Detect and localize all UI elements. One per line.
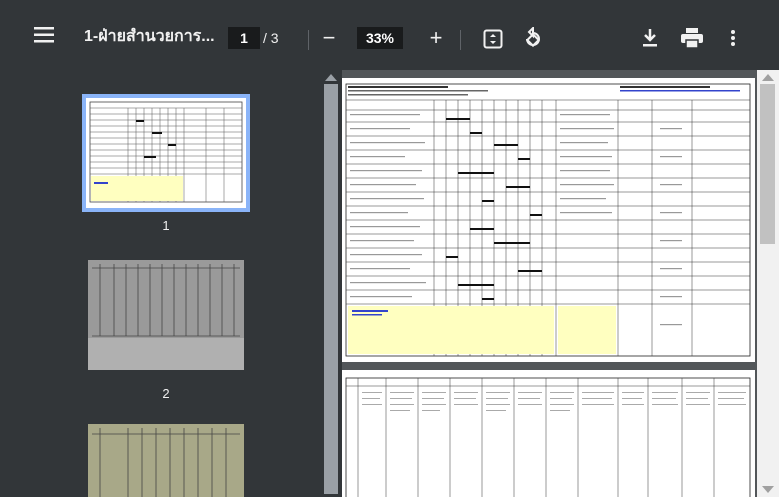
thumbnail-image	[88, 260, 244, 370]
sidebar-scrollbar-thumb[interactable]	[324, 84, 338, 494]
thumbnail-page-3[interactable]	[82, 424, 250, 497]
scroll-up-arrow[interactable]	[325, 74, 337, 81]
more-vert-icon	[731, 30, 735, 46]
pdf-page-2	[342, 370, 755, 497]
thumbnail-page-2[interactable]: 2	[82, 260, 250, 410]
pdf-toolbar: 1-ฝ่ายสำนวยการ... 1 / 3 − 33% +	[0, 0, 779, 70]
download-button[interactable]	[640, 27, 660, 49]
rotate-icon	[525, 27, 541, 48]
sidebar-scrollbar[interactable]	[320, 70, 342, 497]
page-count: / 3	[263, 30, 279, 46]
print-button[interactable]	[680, 27, 704, 49]
more-options-button[interactable]	[726, 27, 740, 49]
menu-button[interactable]	[30, 25, 58, 45]
thumbnail-image	[88, 424, 244, 497]
zoom-level-input[interactable]: 33%	[357, 27, 403, 49]
fit-to-page-button[interactable]	[482, 28, 504, 50]
page-2-content	[345, 377, 751, 497]
rotate-button[interactable]	[520, 26, 546, 52]
zoom-in-button[interactable]: +	[425, 25, 447, 50]
page-1-content	[345, 83, 751, 357]
page-preview	[89, 101, 243, 203]
pdf-page-1	[342, 78, 755, 362]
download-icon	[643, 29, 657, 47]
thumbnail-page-1[interactable]: 1	[82, 94, 250, 244]
scroll-down-arrow[interactable]	[762, 486, 774, 493]
thumbnail-sidebar: 1 2	[0, 70, 330, 497]
document-viewer	[342, 70, 757, 497]
toolbar-divider	[460, 30, 461, 50]
document-title: 1-ฝ่ายสำนวยการ...	[84, 27, 215, 45]
page-number-input[interactable]: 1	[228, 27, 260, 49]
fit-to-page-icon	[483, 29, 503, 49]
print-icon	[681, 28, 703, 48]
toolbar-divider	[308, 30, 309, 50]
page-preview	[88, 424, 244, 497]
document-scrollbar-thumb[interactable]	[760, 84, 775, 244]
thumbnail-label: 1	[162, 218, 170, 233]
scroll-down-arrow[interactable]	[325, 486, 337, 493]
thumbnail-label: 2	[162, 386, 170, 401]
zoom-out-button[interactable]: −	[318, 25, 340, 50]
document-scrollbar[interactable]	[757, 70, 779, 497]
page-preview	[88, 260, 244, 370]
menu-icon	[34, 27, 54, 43]
scroll-up-arrow[interactable]	[762, 74, 774, 81]
thumbnail-image	[82, 94, 250, 212]
